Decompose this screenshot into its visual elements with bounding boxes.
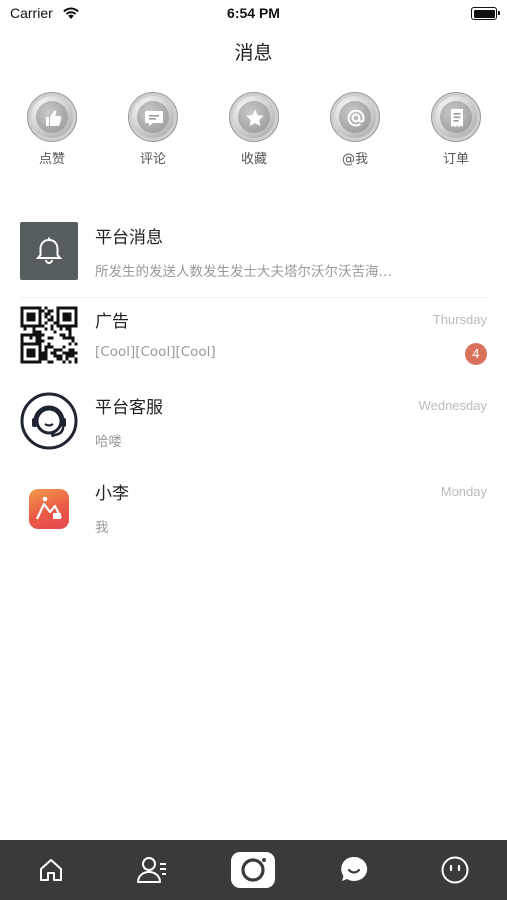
tab-bar [0,840,507,900]
tab-messages[interactable] [303,840,404,900]
profile-icon [441,856,468,884]
tab-profile[interactable] [404,840,505,900]
message-sender: 平台客服 [95,398,163,418]
message-sender: 广告 [95,312,129,332]
quick-action-label: 订单 [442,152,469,167]
contacts-icon [136,857,166,883]
message-preview: 所发生的发送人数发生发士大夫塔尔沃尔沃苦海… [95,264,392,280]
camera-icon [230,852,275,888]
quick-action-mention[interactable]: @我 [325,92,385,167]
message-row-xiaoli[interactable]: 小李 Monday 我 [0,469,507,555]
battery-icon [471,7,500,20]
quick-action-favorite[interactable]: 收藏 [224,92,284,167]
chat-icon [340,856,367,881]
status-time: 6:54 PM [227,5,280,21]
message-sender: 小李 [95,484,129,504]
message-time: Wednesday [418,398,487,413]
quick-action-label: 点赞 [38,152,65,167]
quick-action-label: @我 [341,152,368,167]
message-preview: 哈喽 [95,434,122,450]
tab-contacts[interactable] [101,840,202,900]
message-list: 平台消息 所发生的发送人数发生发士大夫塔尔沃尔沃苦海… 广告 Thursday … [0,213,507,555]
quick-action-label: 评论 [139,152,166,167]
quick-action-like[interactable]: 点赞 [22,92,82,167]
message-sender: 平台消息 [95,228,163,248]
comment-icon [128,92,178,142]
app-icon [29,489,69,529]
message-row-ads[interactable]: 广告 Thursday [Cool][Cool][Cool] 4 [0,297,507,383]
quick-action-comment[interactable]: 评论 [123,92,183,167]
page-title: 消息 [234,42,273,64]
quick-actions: 点赞 评论 收藏 @我 订单 [0,92,507,182]
message-time: Thursday [432,312,487,327]
tab-camera[interactable] [202,840,303,900]
headset-icon [20,392,78,450]
bell-icon [20,222,78,280]
status-bar: Carrier 6:54 PM [0,0,507,28]
at-icon [330,92,380,142]
star-icon [229,92,279,142]
quick-action-order[interactable]: 订单 [426,92,486,167]
message-row-service[interactable]: 平台客服 Wednesday 哈喽 [0,383,507,469]
home-icon [39,859,62,881]
thumbs-up-icon [27,92,77,142]
message-row-platform[interactable]: 平台消息 所发生的发送人数发生发士大夫塔尔沃尔沃苦海… [0,213,507,298]
quick-action-label: 收藏 [240,152,267,167]
unread-badge: 4 [465,343,487,365]
order-icon [431,92,481,142]
message-time: Monday [440,484,487,499]
tab-home[interactable] [0,840,101,900]
qr-code-icon [20,306,78,364]
message-preview: 我 [95,520,109,536]
message-preview: [Cool][Cool][Cool] [95,344,216,360]
